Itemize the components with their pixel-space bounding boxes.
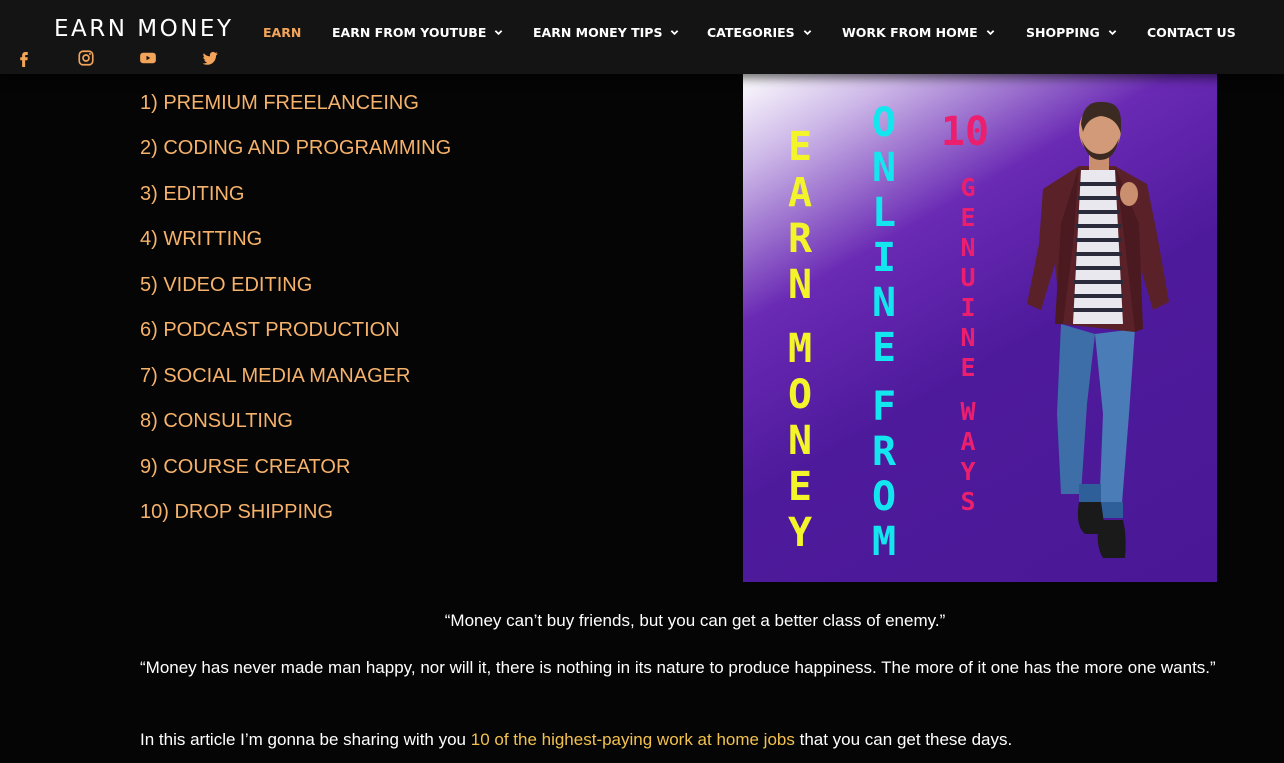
list-item: 8) CONSULTING [140, 410, 293, 432]
hero-letter: E [872, 325, 896, 371]
hero-letter: M [788, 326, 812, 372]
hero-letter: M [872, 519, 896, 565]
hero-letter: G [960, 173, 975, 202]
main-navigation: EARN EARN FROM YOUTUBE EARN MONEY TIPS C… [0, 25, 1284, 45]
hero-graphic: EARNMONEY ONLINEFROM GENUINEWAYS 10 [788, 100, 1169, 565]
hero-letter: N [788, 262, 812, 308]
chevron-down-icon [1108, 30, 1117, 36]
hero-letter: L [872, 190, 896, 236]
hero-letter: N [788, 418, 812, 464]
nav-item-label: EARN MONEY TIPS [533, 25, 663, 40]
hero-letter: N [960, 233, 975, 262]
chevron-down-icon [671, 30, 679, 36]
list-item: 9) COURSE CREATOR [140, 456, 351, 478]
hero-letter: I [872, 235, 896, 281]
list-item: 4) WRITTING [140, 228, 263, 250]
nav-item-earn[interactable]: EARN [263, 25, 301, 40]
facebook-icon[interactable] [14, 48, 34, 68]
nav-item-label: SHOPPING [1026, 25, 1100, 40]
list-item: 2) CODING AND PROGRAMMING [140, 137, 452, 159]
nav-item-work-from-home[interactable]: WORK FROM HOME [842, 25, 995, 40]
nav-item-categories[interactable]: CATEGORIES [707, 25, 812, 40]
hero-letter: O [872, 100, 896, 146]
hero-letter: Y [960, 457, 975, 486]
hero-letter: E [960, 203, 975, 232]
chevron-down-icon [803, 30, 811, 36]
nav-item-earn-from-youtube[interactable]: EARN FROM YOUTUBE [332, 25, 503, 40]
chevron-down-icon [495, 30, 503, 36]
hero-letter: Y [788, 510, 812, 556]
list-item: 3) EDITING [140, 183, 245, 205]
nav-item-label: EARN FROM YOUTUBE [332, 25, 487, 40]
hero-letter: I [960, 293, 975, 322]
hero-letter: A [960, 427, 975, 456]
hero-col-genuine-ways: GENUINEWAYS [960, 173, 976, 516]
nav-item-label: CATEGORIES [707, 25, 795, 40]
instagram-icon[interactable] [76, 48, 96, 68]
article-link[interactable]: 10 of the highest-paying work at home jo… [471, 730, 795, 749]
hero-letter: O [872, 474, 896, 520]
hero-letter: E [788, 124, 812, 170]
social-links [14, 48, 262, 68]
hero-letter: N [960, 323, 975, 352]
site-header: EARN MONEY EARN EARN FROM YOUTUBE EARN M… [0, 0, 1284, 74]
quote-text: “Money has never made man happy, nor wil… [140, 658, 1216, 677]
hero-col-earn-money: EARNMONEY [788, 124, 813, 556]
person-illustration [1027, 101, 1169, 558]
hero-letter: S [960, 487, 975, 516]
hero-letter: N [872, 280, 896, 326]
hero-col-online-from: ONLINEFROM [872, 100, 897, 565]
chevron-down-icon [986, 30, 995, 36]
nav-item-label: EARN [263, 25, 302, 40]
twitter-icon[interactable] [200, 48, 220, 68]
hero-letter: O [788, 372, 812, 418]
hero-letter: A [788, 170, 812, 216]
hero-letter: E [788, 464, 812, 510]
hero-letter: N [872, 145, 896, 191]
nav-item-contact-us[interactable]: CONTACT US [1147, 25, 1236, 40]
hero-number: 10 [941, 109, 989, 155]
hero-image: EARNMONEY ONLINEFROM GENUINEWAYS 10 [743, 74, 1217, 582]
intro-text: In this article I’m gonna be sharing wit… [140, 730, 471, 749]
quote-text: “Money can’t buy friends, but you can ge… [444, 611, 946, 630]
intro-text: that you can get these days. [794, 730, 1013, 749]
hero-letter: F [872, 384, 896, 430]
hero-letter: U [960, 263, 975, 292]
nav-item-earn-money-tips[interactable]: EARN MONEY TIPS [533, 25, 679, 40]
nav-item-label: CONTACT US [1147, 25, 1236, 40]
list-item: 10) DROP SHIPPING [140, 501, 334, 523]
hero-letter: W [960, 397, 976, 426]
list-item: 1) PREMIUM FREELANCEING [140, 92, 419, 114]
hero-letter: R [788, 216, 813, 262]
list-item: 5) VIDEO EDITING [140, 274, 313, 296]
list-item: 7) SOCIAL MEDIA MANAGER [140, 365, 411, 387]
intro-paragraph: In this article I’m gonna be sharing wit… [140, 730, 1012, 750]
nav-item-label: WORK FROM HOME [842, 25, 978, 40]
nav-item-shopping[interactable]: SHOPPING [1026, 25, 1117, 40]
hero-letter: E [960, 353, 975, 382]
list-item: 6) PODCAST PRODUCTION [140, 319, 400, 341]
hero-letter: R [872, 429, 897, 475]
youtube-icon[interactable] [138, 48, 158, 68]
